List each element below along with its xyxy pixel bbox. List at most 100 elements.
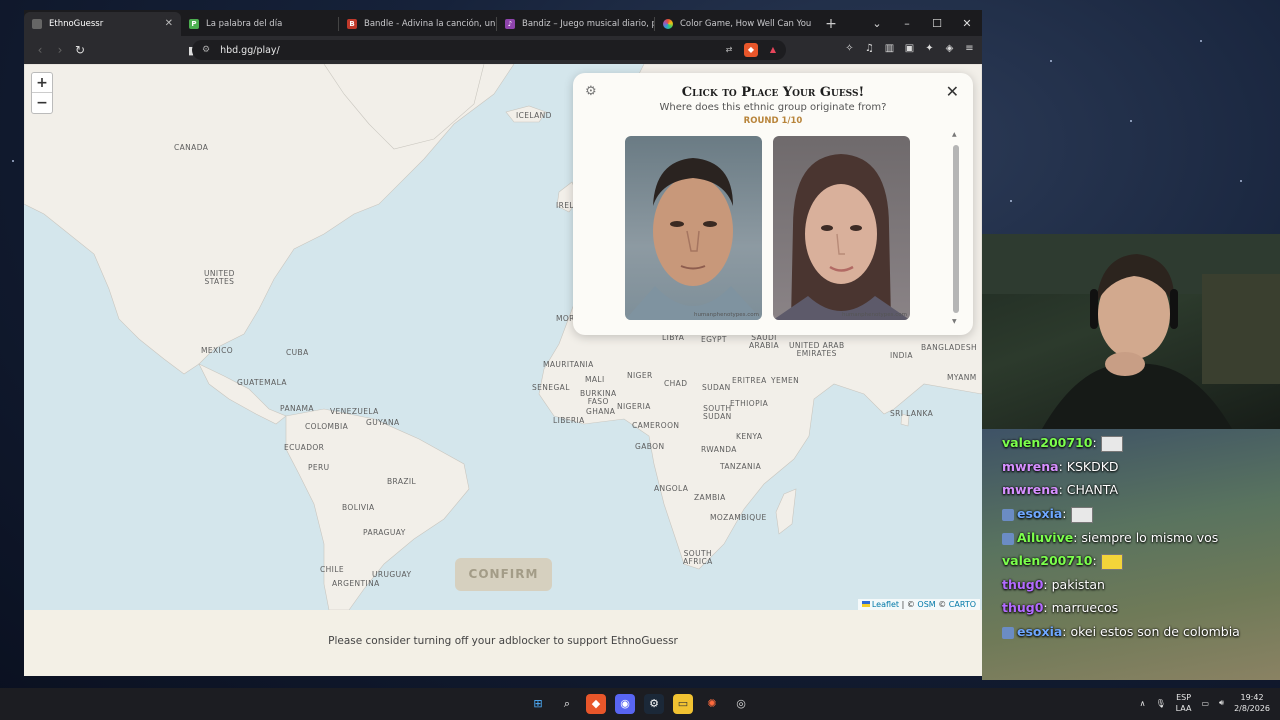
world-map[interactable]: CANADA UNITED STATES MEXICO CUBA GUATEMA…: [24, 64, 982, 610]
site-settings-icon[interactable]: ⚙: [202, 45, 210, 55]
file-explorer-icon[interactable]: ▭: [673, 694, 693, 714]
network-icon[interactable]: ▭: [1201, 699, 1209, 708]
language-indicator[interactable]: ESP LAA: [1176, 692, 1192, 714]
chat-username[interactable]: valen200710: [1002, 553, 1092, 568]
chat-username[interactable]: mwrena: [1002, 459, 1059, 474]
address-bar[interactable]: ⚙ hbd.gg/play/ ⇄ ◆ ▲: [192, 40, 786, 60]
attribution-carto-prefix: ©: [935, 600, 949, 609]
browser-toolbar: ‹ › ↻ ▮ ⚙ hbd.gg/play/ ⇄ ◆ ▲ ✧ ♫ ▥ ▣ ✦ ◈…: [24, 36, 982, 64]
new-tab-button[interactable]: +: [820, 13, 842, 35]
windows-taskbar: ⊞ ⌕ ◆ ◉ ⚙ ▭ ✺ ◎ ∧ 🎙︎ ESP LAA ▭ 🔊︎ 19:42 …: [0, 688, 1280, 720]
ukraine-flag-icon: [861, 601, 870, 607]
vpn-icon[interactable]: ◈: [943, 42, 956, 55]
page-viewport: CANADA UNITED STATES MEXICO CUBA GUATEMA…: [24, 64, 982, 676]
minimize-button[interactable]: –: [892, 17, 922, 30]
steam-icon[interactable]: ⚙: [644, 694, 664, 714]
label-zambia: ZAMBIA: [694, 493, 726, 502]
scrollbar-thumb[interactable]: [953, 145, 959, 313]
chat-message: esoxia:: [1002, 506, 1093, 523]
label-mexico: MEXICO: [201, 346, 234, 355]
label-canada: CANADA: [174, 143, 209, 152]
sub-badge-icon: [1002, 508, 1014, 521]
zoom-in-button[interactable]: +: [32, 73, 52, 93]
chat-username[interactable]: esoxia: [1017, 624, 1062, 639]
label-south-sudan: SOUTH SUDAN: [703, 404, 732, 421]
brave-shields-icon[interactable]: ◆: [744, 43, 758, 57]
search-icon[interactable]: ⌕: [557, 694, 577, 714]
label-tanzania: TANZANIA: [720, 462, 762, 471]
scroll-up-arrow-icon[interactable]: ▲: [952, 131, 957, 138]
back-button[interactable]: ‹: [30, 43, 50, 57]
media-icon[interactable]: ♫: [863, 42, 876, 55]
tab-bandle[interactable]: B Bandle - Adivina la canción, un instr: [339, 12, 496, 36]
clock[interactable]: 19:42 2/8/2026: [1234, 692, 1270, 714]
tab-la-palabra[interactable]: P La palabra del día: [181, 12, 338, 36]
close-window-button[interactable]: ✕: [952, 17, 982, 30]
brave-rewards-icon[interactable]: ▲: [766, 43, 780, 57]
brave-browser-icon[interactable]: ◆: [586, 694, 606, 714]
app-icon[interactable]: ✺: [702, 694, 722, 714]
label-colombia: COLOMBIA: [305, 422, 349, 431]
maximize-button[interactable]: ☐: [922, 17, 952, 30]
carto-link[interactable]: CARTO: [949, 600, 976, 609]
image-watermark: humanphenotypes.com: [841, 312, 907, 318]
translate-icon[interactable]: ⇄: [722, 43, 736, 57]
close-tab-icon[interactable]: ✕: [165, 18, 173, 29]
scroll-down-arrow-icon[interactable]: ▼: [952, 318, 957, 325]
emote-icon: [1100, 553, 1123, 570]
sidebar-icon[interactable]: ▥: [883, 42, 896, 55]
windows-start-icon[interactable]: ⊞: [528, 694, 548, 714]
label-chile: CHILE: [320, 565, 345, 574]
tab-search-icon[interactable]: ⌄: [862, 17, 892, 30]
tab-bandiz[interactable]: ♪ Bandiz – Juego musical diario, pista: [497, 12, 654, 36]
zoom-out-button[interactable]: −: [32, 93, 52, 113]
chrome-icon[interactable]: ◎: [731, 694, 751, 714]
osm-link[interactable]: OSM: [917, 600, 935, 609]
forward-button[interactable]: ›: [50, 43, 70, 57]
discord-icon[interactable]: ◉: [615, 694, 635, 714]
tab-ethnoguessr[interactable]: EthnoGuessr ✕: [24, 12, 181, 36]
menu-icon[interactable]: ≡: [963, 42, 976, 55]
label-burkina-faso: BURKINA FASO: [580, 389, 617, 406]
label-ireland: IREL: [556, 201, 574, 210]
label-niger: NIGER: [627, 371, 653, 380]
emote-icon: [1070, 506, 1093, 523]
chat-username[interactable]: thug0: [1002, 577, 1043, 592]
round-indicator: ROUND 1/10: [743, 116, 803, 126]
leaflet-link[interactable]: Leaflet: [872, 600, 899, 609]
label-ecuador: ECUADOR: [284, 443, 325, 452]
label-south-africa: SOUTH AFRICA: [683, 549, 713, 566]
leo-ai-icon[interactable]: ✦: [923, 42, 936, 55]
confirm-button[interactable]: CONFIRM: [455, 558, 552, 591]
chat-username[interactable]: valen200710: [1002, 435, 1092, 450]
volume-icon[interactable]: 🔊︎: [1219, 698, 1224, 708]
label-mozambique: MOZAMBIQUE: [710, 513, 767, 522]
chat-username[interactable]: esoxia: [1017, 506, 1062, 521]
chat-username[interactable]: mwrena: [1002, 482, 1059, 497]
label-kenya: KENYA: [736, 432, 763, 441]
panel-scrollbar[interactable]: ▲ ▼: [952, 131, 959, 325]
clock-time: 19:42: [1240, 693, 1264, 702]
label-india: INDIA: [890, 351, 913, 360]
browser-window: EthnoGuessr ✕ P La palabra del día B Ban…: [24, 10, 982, 676]
tab-title: La palabra del día: [206, 19, 283, 29]
extensions-icon[interactable]: ✧: [843, 42, 856, 55]
label-ethiopia: ETHIOPIA: [730, 399, 769, 408]
label-cuba: CUBA: [286, 348, 309, 357]
tray-chevron-icon[interactable]: ∧: [1140, 699, 1146, 708]
chat-text: KSKDKD: [1066, 459, 1119, 474]
chat-message: esoxia: okei estos son de colombia: [1002, 624, 1240, 639]
tab-color-game[interactable]: Color Game, How Well Can You Re: [655, 12, 812, 36]
chat-username[interactable]: thug0: [1002, 600, 1043, 615]
label-uae: UNITED ARAB EMIRATES: [789, 341, 845, 358]
reload-button[interactable]: ↻: [70, 43, 90, 57]
chat-username[interactable]: Ailuvive: [1017, 530, 1073, 545]
panel-question: Where does this ethnic group originate f…: [659, 102, 887, 113]
color-game-favicon-icon: [663, 19, 673, 29]
microphone-icon[interactable]: 🎙︎: [1155, 699, 1165, 708]
label-sudan: SUDAN: [702, 383, 731, 392]
keyboard-layout: LAA: [1175, 704, 1192, 713]
female-face-svg: [773, 154, 910, 320]
wallet-icon[interactable]: ▣: [903, 42, 916, 55]
url-text[interactable]: hbd.gg/play/: [220, 45, 280, 56]
